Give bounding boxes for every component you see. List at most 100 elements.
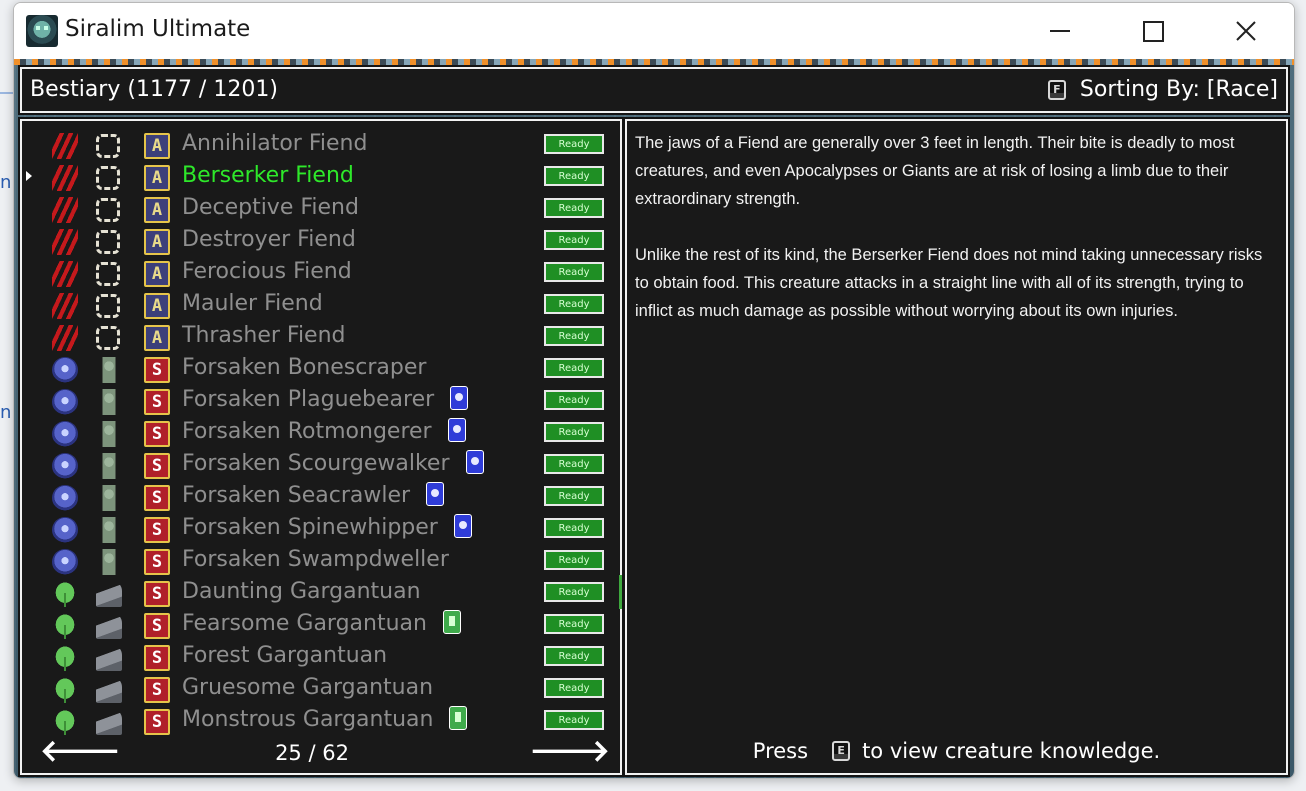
desktop-text-fragment: n [0,172,12,193]
rarity-badge-icon: A [144,229,170,255]
creature-name-cell: Forsaken Swampdweller [182,547,449,572]
ready-badge: Ready [544,390,604,410]
leaf-icon [52,613,78,639]
ready-badge: Ready [544,582,604,602]
creature-row[interactable]: S Forsaken Plaguebearer Ready [22,385,620,417]
ready-badge: Ready [544,486,604,506]
ring-icon [96,326,120,350]
ready-badge: Ready [544,326,604,346]
minimize-button[interactable] [1014,3,1106,59]
rarity-badge-icon: S [144,677,170,703]
rarity-badge-icon: S [144,389,170,415]
creature-row[interactable]: A Mauler Fiend Ready [22,289,620,321]
zombie-icon [96,389,122,415]
title-bar[interactable]: Siralim Ultimate [14,3,1294,59]
maximize-icon [1142,20,1164,42]
close-button[interactable] [1200,3,1292,59]
knowledge-hint: Press E to view creature knowledge. [627,739,1286,763]
key-f-icon: F [1047,79,1066,100]
creature-name: Destroyer Fiend [182,227,356,252]
creature-name: Forsaken Seacrawler [182,483,411,508]
creature-name: Thrasher Fiend [182,323,346,348]
creature-row[interactable]: S Forsaken Bonescraper Ready [22,353,620,385]
claw-icon [52,197,78,223]
app-window: Siralim Ultimate Bestiary (1177 / 1201) … [13,2,1295,779]
creature-row[interactable]: S Forsaken Rotmongerer Ready [22,417,620,449]
creature-row[interactable]: S Daunting Gargantuan Ready [22,577,620,609]
hint-text: to view creature knowledge. [862,739,1161,763]
key-e-icon[interactable]: E [832,741,851,761]
creature-row[interactable]: A Ferocious Fiend Ready [22,257,620,289]
creature-name: Forest Gargantuan [182,643,388,668]
claw-icon [52,325,78,351]
creature-row[interactable]: S Forsaken Spinewhipper Ready [22,513,620,545]
creature-row[interactable]: S Forsaken Seacrawler Ready [22,481,620,513]
ready-badge: Ready [544,358,604,378]
ring-icon [96,134,120,158]
window-title: Siralim Ultimate [65,16,251,42]
skull-icon [52,389,78,415]
zombie-icon [96,517,122,543]
description-paragraph-1: The jaws of a Fiend are generally over 3… [635,134,1235,208]
ready-badge: Ready [544,646,604,666]
rarity-badge-icon: S [144,485,170,511]
minimize-icon [1050,30,1070,32]
creature-name: Deceptive Fiend [182,195,359,220]
sort-control[interactable]: F Sorting By: [Race] [1047,77,1278,102]
creature-name: Fearsome Gargantuan [182,611,427,636]
leaf-icon [52,677,78,703]
creature-row[interactable]: A Berserker Fiend Ready [22,161,620,193]
ready-badge: Ready [544,294,604,314]
creature-row[interactable]: S Forest Gargantuan Ready [22,641,620,673]
creature-row[interactable]: A Destroyer Fiend Ready [22,225,620,257]
creature-list-panel: A Annihilator Fiend Ready A Berserker Fiend R… [20,119,622,775]
ready-badge: Ready [544,422,604,442]
creature-row[interactable]: S Fearsome Gargantuan Ready [22,609,620,641]
page-indicator: 25 / 62 [275,741,349,765]
claw-icon [52,133,78,159]
claw-icon [52,229,78,255]
ready-badge: Ready [544,262,604,282]
creature-row[interactable]: S Forsaken Swampdweller Ready [22,545,620,577]
skull-icon [52,421,78,447]
rarity-badge-icon: A [144,261,170,287]
arrow-right-icon[interactable]: 🡒 [530,733,610,769]
list-scrollbar[interactable] [619,575,622,609]
skull-icon [52,357,78,383]
creature-row[interactable]: A Thrasher Fiend Ready [22,321,620,353]
rock-icon [96,645,122,671]
maximize-button[interactable] [1107,3,1199,59]
rarity-badge-icon: S [144,517,170,543]
creature-row[interactable]: A Deceptive Fiend Ready [22,193,620,225]
creature-name: Gruesome Gargantuan [182,675,434,700]
creature-name-cell: Forsaken Spinewhipper [182,514,472,540]
creature-row[interactable]: A Annihilator Fiend Ready [22,129,620,161]
hint-press: Press [752,739,809,763]
zombie-icon [96,485,122,511]
leaf-icon [52,645,78,671]
creature-name-cell: Ferocious Fiend [182,259,352,284]
creature-name: Forsaken Bonescraper [182,355,427,380]
creature-row[interactable]: S Gruesome Gargantuan Ready [22,673,620,705]
creature-name: Daunting Gargantuan [182,579,421,604]
creature-description: The jaws of a Fiend are generally over 3… [635,129,1275,353]
creature-name: Annihilator Fiend [182,131,368,156]
game-border-decoration [14,59,1294,65]
zombie-icon [96,421,122,447]
creature-name: Mauler Fiend [182,291,323,316]
ring-icon [96,166,120,190]
ready-badge: Ready [544,198,604,218]
skull-icon [52,453,78,479]
creature-row[interactable]: S Forsaken Scourgewalker Ready [22,449,620,481]
rarity-badge-icon: S [144,421,170,447]
creature-name-cell: Forsaken Bonescraper [182,355,426,380]
ready-badge: Ready [544,550,604,570]
desktop-divider [0,92,14,94]
rock-icon [96,613,122,639]
creature-name-cell: Berserker Fiend [182,163,354,188]
creature-name-cell: Destroyer Fiend [182,227,356,252]
creature-name: Forsaken Plaguebearer [182,387,435,412]
ring-icon [96,294,120,318]
creature-name: Forsaken Scourgewalker [182,451,450,476]
trait-card-green-icon [449,706,468,730]
